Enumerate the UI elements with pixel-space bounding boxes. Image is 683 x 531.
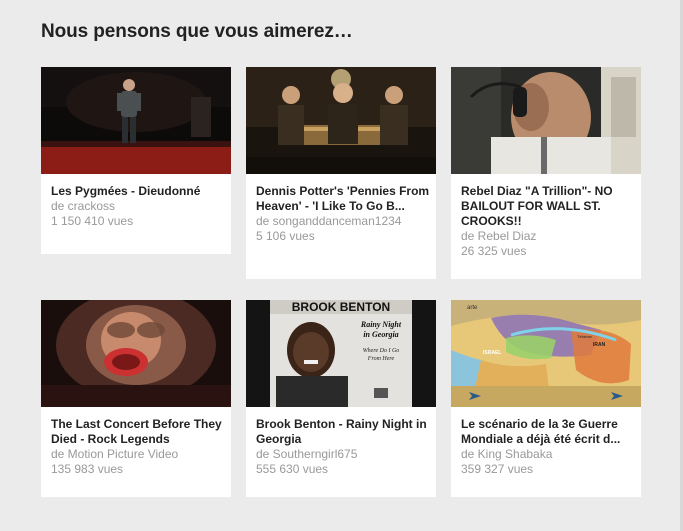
video-channel[interactable]: de King Shabaka xyxy=(461,447,636,462)
video-card[interactable]: BROOK BENTON Rainy Night in Georgia Wher… xyxy=(246,300,436,497)
video-card[interactable]: The Last Concert Before They Died - Rock… xyxy=(41,300,231,497)
video-card[interactable]: arte ISRAEL IRAN Téhéran Le scénario de … xyxy=(451,300,641,497)
video-card[interactable]: Les Pygmées - Dieudonné de crackoss 1 15… xyxy=(41,67,231,254)
video-title[interactable]: Le scénario de la 3e Guerre Mondiale a d… xyxy=(461,417,636,447)
video-views: 135 983 vues xyxy=(51,462,124,476)
video-title[interactable]: Dennis Potter's 'Pennies From Heaven' - … xyxy=(256,184,431,214)
video-thumbnail[interactable] xyxy=(41,67,231,174)
album-sub-line1: Where Do I Go xyxy=(363,348,400,354)
video-thumbnail[interactable] xyxy=(246,67,436,174)
map-label-tehran: Téhéran xyxy=(577,334,592,339)
video-title[interactable]: The Last Concert Before They Died - Rock… xyxy=(51,417,226,447)
video-thumbnail[interactable]: arte ISRAEL IRAN Téhéran xyxy=(451,300,641,407)
video-title[interactable]: Brook Benton - Rainy Night in Georgia xyxy=(256,417,431,447)
video-card[interactable]: Rebel Diaz "A Trillion"- NO BAILOUT FOR … xyxy=(451,67,641,279)
video-channel[interactable]: de Southerngirl675 xyxy=(256,447,431,462)
section-title: Nous pensons que vous aimerez… xyxy=(41,21,353,42)
video-thumbnail[interactable]: BROOK BENTON Rainy Night in Georgia Wher… xyxy=(246,300,436,407)
video-views: 26 325 vues xyxy=(461,244,527,258)
video-thumbnail[interactable] xyxy=(451,67,641,174)
map-label-iran: IRAN xyxy=(593,342,606,348)
video-views: 1 150 410 vues xyxy=(51,214,134,228)
video-title[interactable]: Les Pygmées - Dieudonné xyxy=(51,184,226,199)
video-title[interactable]: Rebel Diaz "A Trillion"- NO BAILOUT FOR … xyxy=(461,184,636,229)
album-sub-line2: From Here xyxy=(367,356,395,362)
video-channel[interactable]: de Motion Picture Video xyxy=(51,447,226,462)
video-channel[interactable]: de Rebel Diaz xyxy=(461,229,636,244)
video-views: 555 630 vues xyxy=(256,462,329,476)
video-views: 5 106 vues xyxy=(256,229,315,243)
video-channel[interactable]: de crackoss xyxy=(51,199,226,214)
video-thumbnail[interactable] xyxy=(41,300,231,407)
video-channel[interactable]: de songanddanceman1234 xyxy=(256,214,431,229)
album-song-line1: Rainy Night xyxy=(360,320,402,329)
video-views: 359 327 vues xyxy=(461,462,534,476)
album-artist-text: BROOK BENTON xyxy=(292,300,390,314)
album-song-line2: in Georgia xyxy=(363,330,398,339)
video-card[interactable]: Dennis Potter's 'Pennies From Heaven' - … xyxy=(246,67,436,279)
map-logo-text: arte xyxy=(467,305,478,311)
map-label-israel: ISRAEL xyxy=(483,350,501,356)
